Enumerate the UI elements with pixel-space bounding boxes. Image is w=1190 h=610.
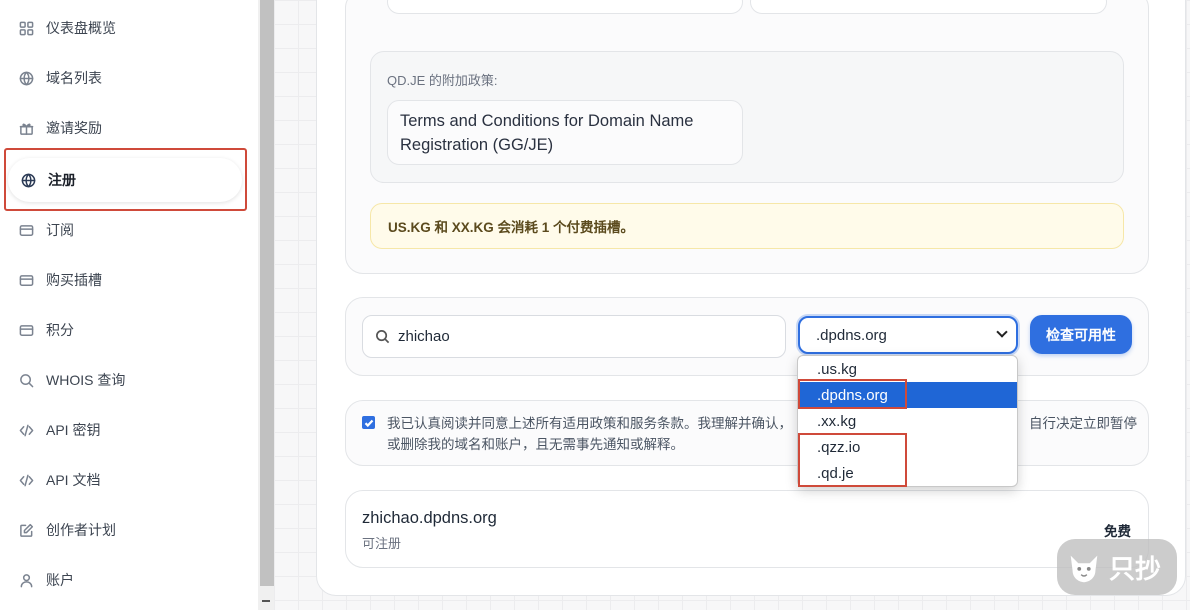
user-icon <box>18 572 34 588</box>
slot-warning: US.KG 和 XX.KG 会消耗 1 个付费插槽。 <box>370 203 1124 249</box>
sidebar-item-invite-rewards[interactable]: 邀请奖励 <box>0 103 258 153</box>
sidebar-item-domain-list[interactable]: 域名列表 <box>0 53 258 103</box>
result-card[interactable] <box>345 490 1149 568</box>
agreement-text-line2: 或删除我的域名和账户，且无需事先通知或解释。 <box>387 437 684 452</box>
search-icon <box>376 330 390 344</box>
sidebar-item-account[interactable]: 账户 <box>0 555 258 605</box>
sidebar-item-points[interactable]: 积分 <box>0 305 258 355</box>
sidebar-item-label: 域名列表 <box>46 70 102 86</box>
grid-icon <box>18 20 34 36</box>
code-icon <box>18 472 34 488</box>
sidebar-item-subscription[interactable]: 订阅 <box>0 205 258 255</box>
sidebar-item-label: 创作者计划 <box>46 522 116 538</box>
suffix-option-xx-kg[interactable]: .xx.kg <box>798 408 1017 434</box>
sidebar-item-label: WHOIS 查询 <box>46 372 126 388</box>
globe-icon <box>18 70 34 86</box>
highlight-box-register <box>4 148 247 211</box>
policy-pill[interactable] <box>387 0 743 14</box>
highlight-box-qzz-qdje <box>798 433 907 487</box>
terms-link[interactable]: Terms and Conditions for Domain Name Reg… <box>387 100 743 165</box>
edit-icon <box>18 522 34 538</box>
agreement-text[interactable]: 我已认真阅读并同意上述所有适用政策和服务条款。我理解并确认， 自行决定立即暂停 … <box>387 413 1137 455</box>
check-icon <box>364 419 373 427</box>
result-domain: zhichao.dpdns.org <box>362 509 497 527</box>
agreement-text-line1-tail: 自行决定立即暂停 <box>1029 416 1137 431</box>
check-availability-button[interactable]: 检查可用性 <box>1030 315 1132 354</box>
chevron-down-icon <box>996 326 1008 338</box>
card-icon <box>18 272 34 288</box>
sidebar-item-label: 积分 <box>46 322 74 338</box>
sidebar-item-label: 邀请奖励 <box>46 120 102 136</box>
sidebar-item-creator-program[interactable]: 创作者计划 <box>0 505 258 555</box>
gift-icon <box>18 120 34 136</box>
search-icon <box>18 372 34 388</box>
result-status: 可注册 <box>362 536 402 551</box>
sidebar-item-label: 订阅 <box>46 222 74 238</box>
domain-search-input[interactable]: zhichao <box>362 315 786 358</box>
sidebar: 仪表盘概览 域名列表 邀请奖励 注册 订阅 购买插槽 积分 WHOIS 查询 A… <box>0 0 258 610</box>
card-icon <box>18 322 34 338</box>
scroll-down-arrow-icon[interactable] <box>262 600 270 604</box>
watermark-text: 只抄 <box>1109 553 1162 584</box>
sidebar-item-label: API 文档 <box>46 472 101 488</box>
watermark: 只抄 <box>1057 539 1177 595</box>
sidebar-item-label: 购买插槽 <box>46 272 102 288</box>
sidebar-item-label: API 密钥 <box>46 422 101 438</box>
card-icon <box>18 222 34 238</box>
agreement-text-line1: 我已认真阅读并同意上述所有适用政策和服务条款。我理解并确认， <box>387 416 792 431</box>
sidebar-item-api-keys[interactable]: API 密钥 <box>0 405 258 455</box>
agreement-checkbox[interactable] <box>362 416 375 429</box>
sidebar-item-dashboard[interactable]: 仪表盘概览 <box>0 3 258 53</box>
policy-pill[interactable] <box>750 0 1107 14</box>
search-query: zhichao <box>398 328 450 345</box>
suffix-select[interactable]: .dpdns.org <box>798 316 1018 354</box>
husky-logo-icon <box>1070 555 1098 583</box>
highlight-box-dpdns <box>798 379 907 409</box>
code-icon <box>18 422 34 438</box>
sidebar-item-api-docs[interactable]: API 文档 <box>0 455 258 505</box>
selected-suffix: .dpdns.org <box>816 326 887 344</box>
sidebar-scrollbar-thumb[interactable] <box>260 0 274 586</box>
sidebar-item-whois[interactable]: WHOIS 查询 <box>0 355 258 405</box>
sidebar-item-label: 仪表盘概览 <box>46 20 116 36</box>
sidebar-item-buy-slots[interactable]: 购买插槽 <box>0 255 258 305</box>
result-price: 免费 <box>1104 524 1131 539</box>
sidebar-item-label: 账户 <box>46 572 74 588</box>
additional-policy-title: QD.JE 的附加政策: <box>387 73 498 88</box>
